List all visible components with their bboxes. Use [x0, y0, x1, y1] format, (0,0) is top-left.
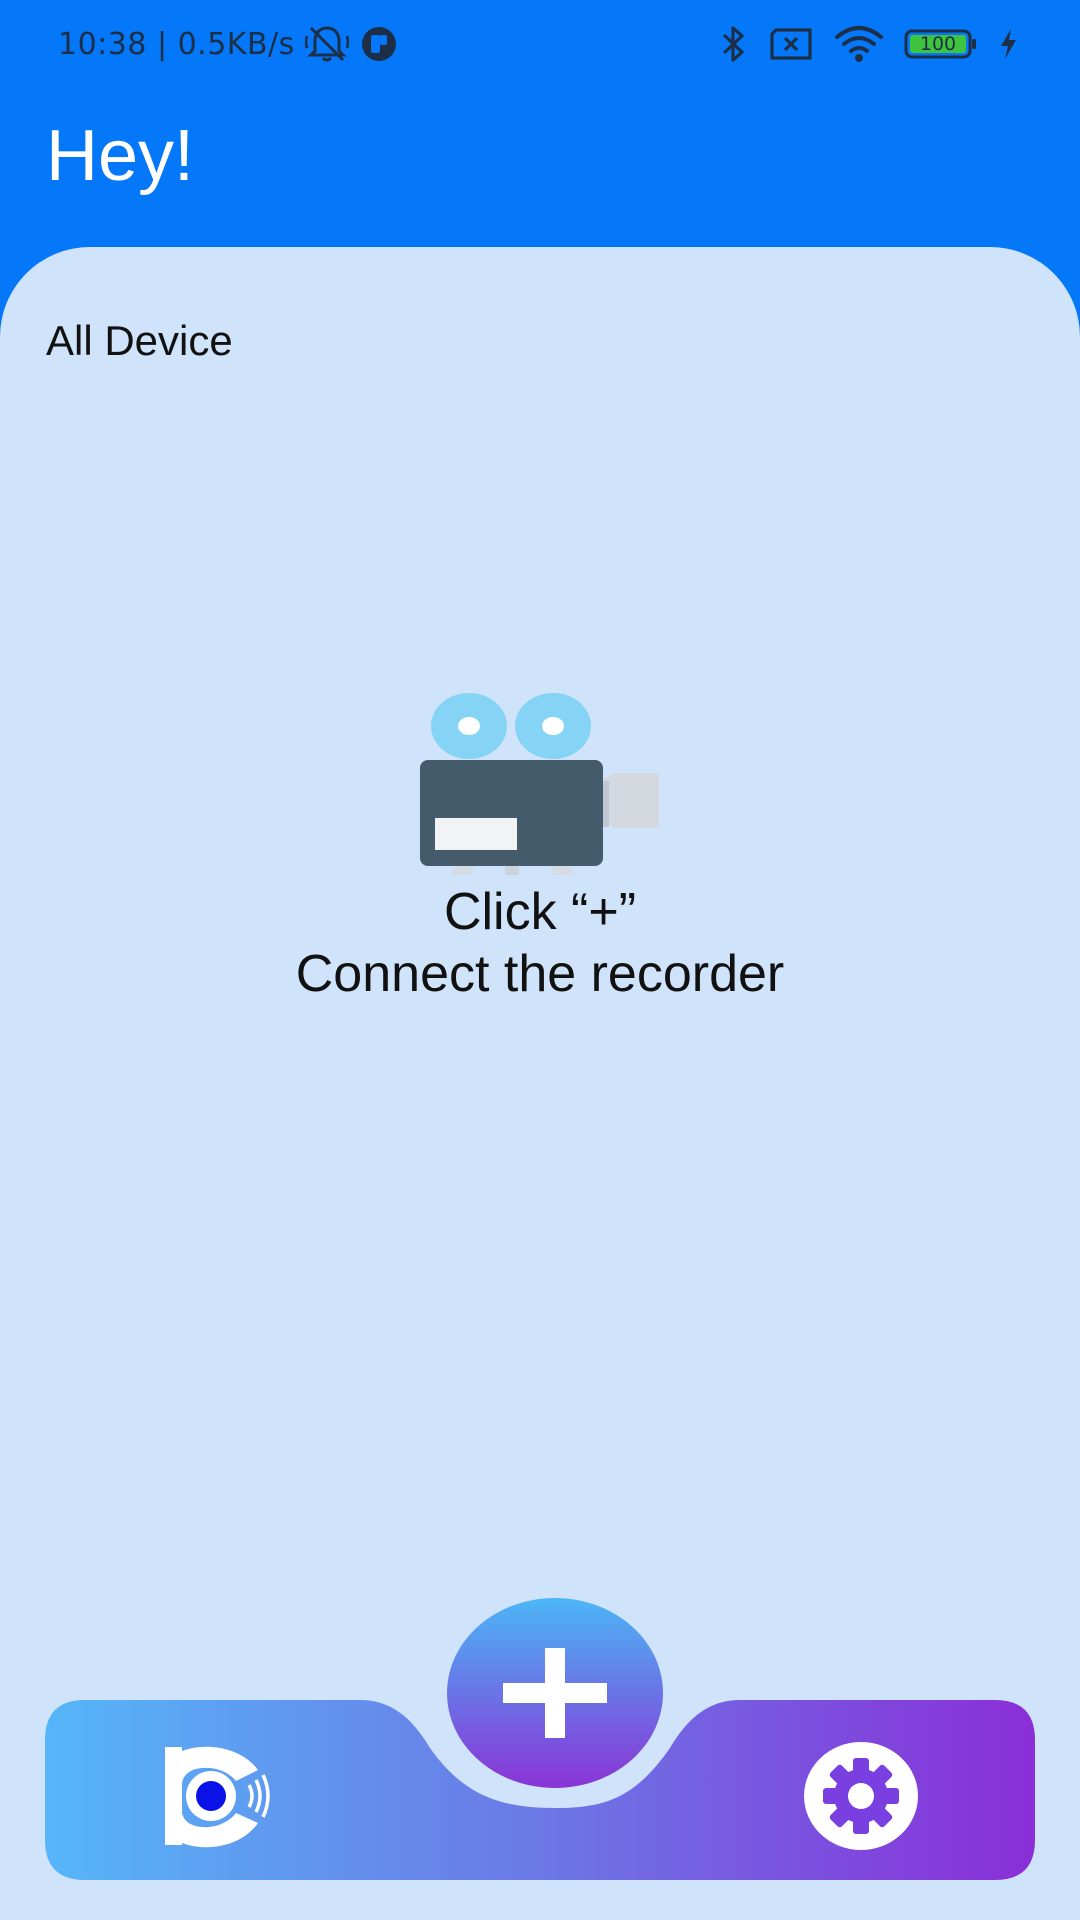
wifi-icon [834, 25, 884, 63]
nav-settings-button[interactable] [803, 1741, 919, 1851]
battery-icon: 100 [904, 27, 978, 61]
status-network-speed: 0.5KB/s [177, 26, 295, 62]
page-title: Hey! [46, 116, 195, 196]
gear-icon [804, 1742, 918, 1850]
section-title: All Device [46, 317, 233, 364]
empty-state-message: Connect the recorder [295, 945, 785, 1003]
status-right: 100 [720, 22, 1018, 66]
bluetooth-icon [720, 24, 748, 64]
nav-home-button[interactable] [157, 1743, 277, 1849]
camera-recorder-icon [415, 663, 665, 878]
status-separator: | [156, 26, 168, 62]
status-time: 10:38 [58, 26, 147, 62]
empty-state-hint: Click “+” [443, 883, 637, 941]
app-notification-icon [359, 24, 399, 64]
plus-icon [503, 1648, 607, 1738]
bottom-nav [45, 1598, 1035, 1882]
status-bar: 10:38 | 0.5KB/s 100 [0, 0, 1080, 90]
sim-x-icon [768, 26, 814, 62]
battery-level: 100 [919, 33, 957, 55]
mute-icon [304, 24, 349, 64]
charging-icon [998, 27, 1018, 61]
status-left: 10:38 | 0.5KB/s [58, 22, 399, 66]
add-device-button[interactable] [447, 1598, 663, 1788]
home-recorder-logo-icon [165, 1746, 270, 1848]
